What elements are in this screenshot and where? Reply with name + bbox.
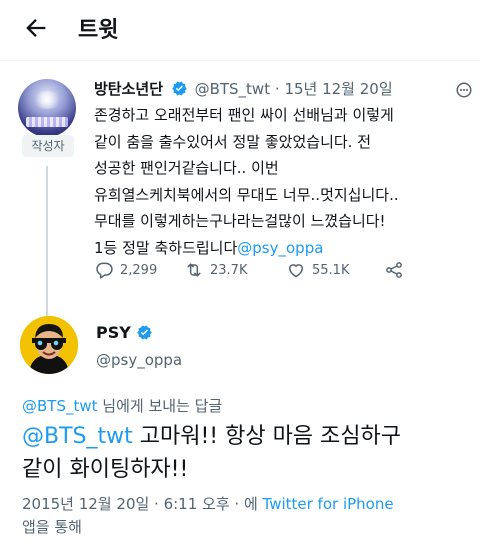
avatar[interactable] [20, 316, 78, 374]
author-name[interactable]: 방탄소년단 [94, 80, 163, 98]
tweet-text-line: 존경하고 오래전부터 팬인 싸이 선배님과 이렇게 [94, 106, 394, 124]
replying-to-label: 님에게 보내는 답글 [97, 397, 223, 415]
heart-icon [289, 264, 303, 278]
author-badge: 작성자 [22, 135, 74, 157]
tweet-text-segment: 고마워!! 항상 마음 조심하구 [132, 424, 402, 449]
mention-link[interactable]: @BTS_twt [22, 397, 98, 415]
reply-button[interactable]: 2,299 [94, 258, 157, 282]
thread-line [46, 166, 48, 316]
replying-to: @BTS_twt 님에게 보내는 답글 [22, 395, 222, 416]
verified-badge-icon [137, 325, 152, 340]
mention-link[interactable]: @BTS_twt [22, 424, 133, 449]
psy-portrait-icon [20, 316, 78, 374]
avatar[interactable] [18, 79, 76, 137]
tweet-text-line: @BTS_twt 고마워!! 항상 마음 조심하구 [22, 420, 472, 453]
author-name[interactable]: PSY [96, 323, 155, 342]
like-count: 55.1K [312, 262, 350, 278]
tweet-text-line: 성공한 팬인거같습니다.. 이번 [94, 159, 279, 177]
separator-dot: · [274, 80, 280, 98]
arrow-left-icon[interactable] [22, 14, 50, 42]
retweet-button[interactable]: 23.7K [184, 258, 247, 282]
author-handle[interactable]: @BTS_twt [195, 80, 271, 98]
share-button[interactable] [384, 258, 404, 282]
mention-link[interactable]: @psy_oppa [237, 239, 323, 257]
like-button[interactable]: 55.1K [286, 258, 349, 282]
avatar-stage [26, 117, 68, 127]
top-app-bar: 트윗 [0, 0, 480, 56]
tweet-text: @BTS_twt 고마워!! 항상 마음 조심하구 같이 화이팅하자!! [22, 420, 472, 486]
page-title: 트윗 [78, 18, 119, 43]
tweet-text: 존경하고 오래전부터 팬인 싸이 선배님과 이렇게 같이 춤을 출수있어서 정말… [94, 102, 466, 261]
tweet-text-segment: 1등 정말 축하드립니다 [94, 238, 238, 257]
tweet-text-line: 무대를 이렇게하는구나라는걸많이 느꼈습니다! [94, 212, 386, 230]
tweet-timestamp[interactable]: 2015년 12월 20일 · 6:11 오후 · 에 [22, 495, 263, 513]
avatar-glow [32, 91, 62, 109]
share-icon [386, 262, 402, 278]
author-handle[interactable]: @psy_oppa [96, 351, 182, 369]
tweet-text-line: 유희열스케치북에서의 무대도 너무..멋지십니다.. [94, 185, 399, 204]
tweet-actions: 2,299 23.7K 55.1K [94, 258, 424, 282]
source-link[interactable]: Twitter for iPhone [263, 495, 394, 513]
author-name-text: PSY [96, 323, 131, 342]
retweet-count: 23.7K [210, 262, 248, 278]
tweet-header: 방탄소년단 @BTS_twt · 15년 12월 20일 [94, 78, 474, 100]
retweet-icon [187, 263, 201, 277]
source-suffix: 앱을 통해 [22, 518, 82, 536]
more-options-icon[interactable] [455, 81, 473, 99]
tweet-text-line: 같이 춤을 출수있어서 정말 좋았었습니다. 전 [94, 132, 372, 151]
reply-icon [96, 262, 113, 279]
tweet-date[interactable]: 15년 12월 20일 [284, 80, 392, 98]
tweet-text-line: 같이 화이팅하자!! [22, 457, 189, 482]
header-divider [0, 60, 480, 61]
reply-count: 2,299 [120, 262, 158, 278]
verified-badge-icon [172, 81, 187, 96]
tweet-metadata: 2015년 12월 20일 · 6:11 오후 · 에 Twitter for … [22, 493, 472, 539]
